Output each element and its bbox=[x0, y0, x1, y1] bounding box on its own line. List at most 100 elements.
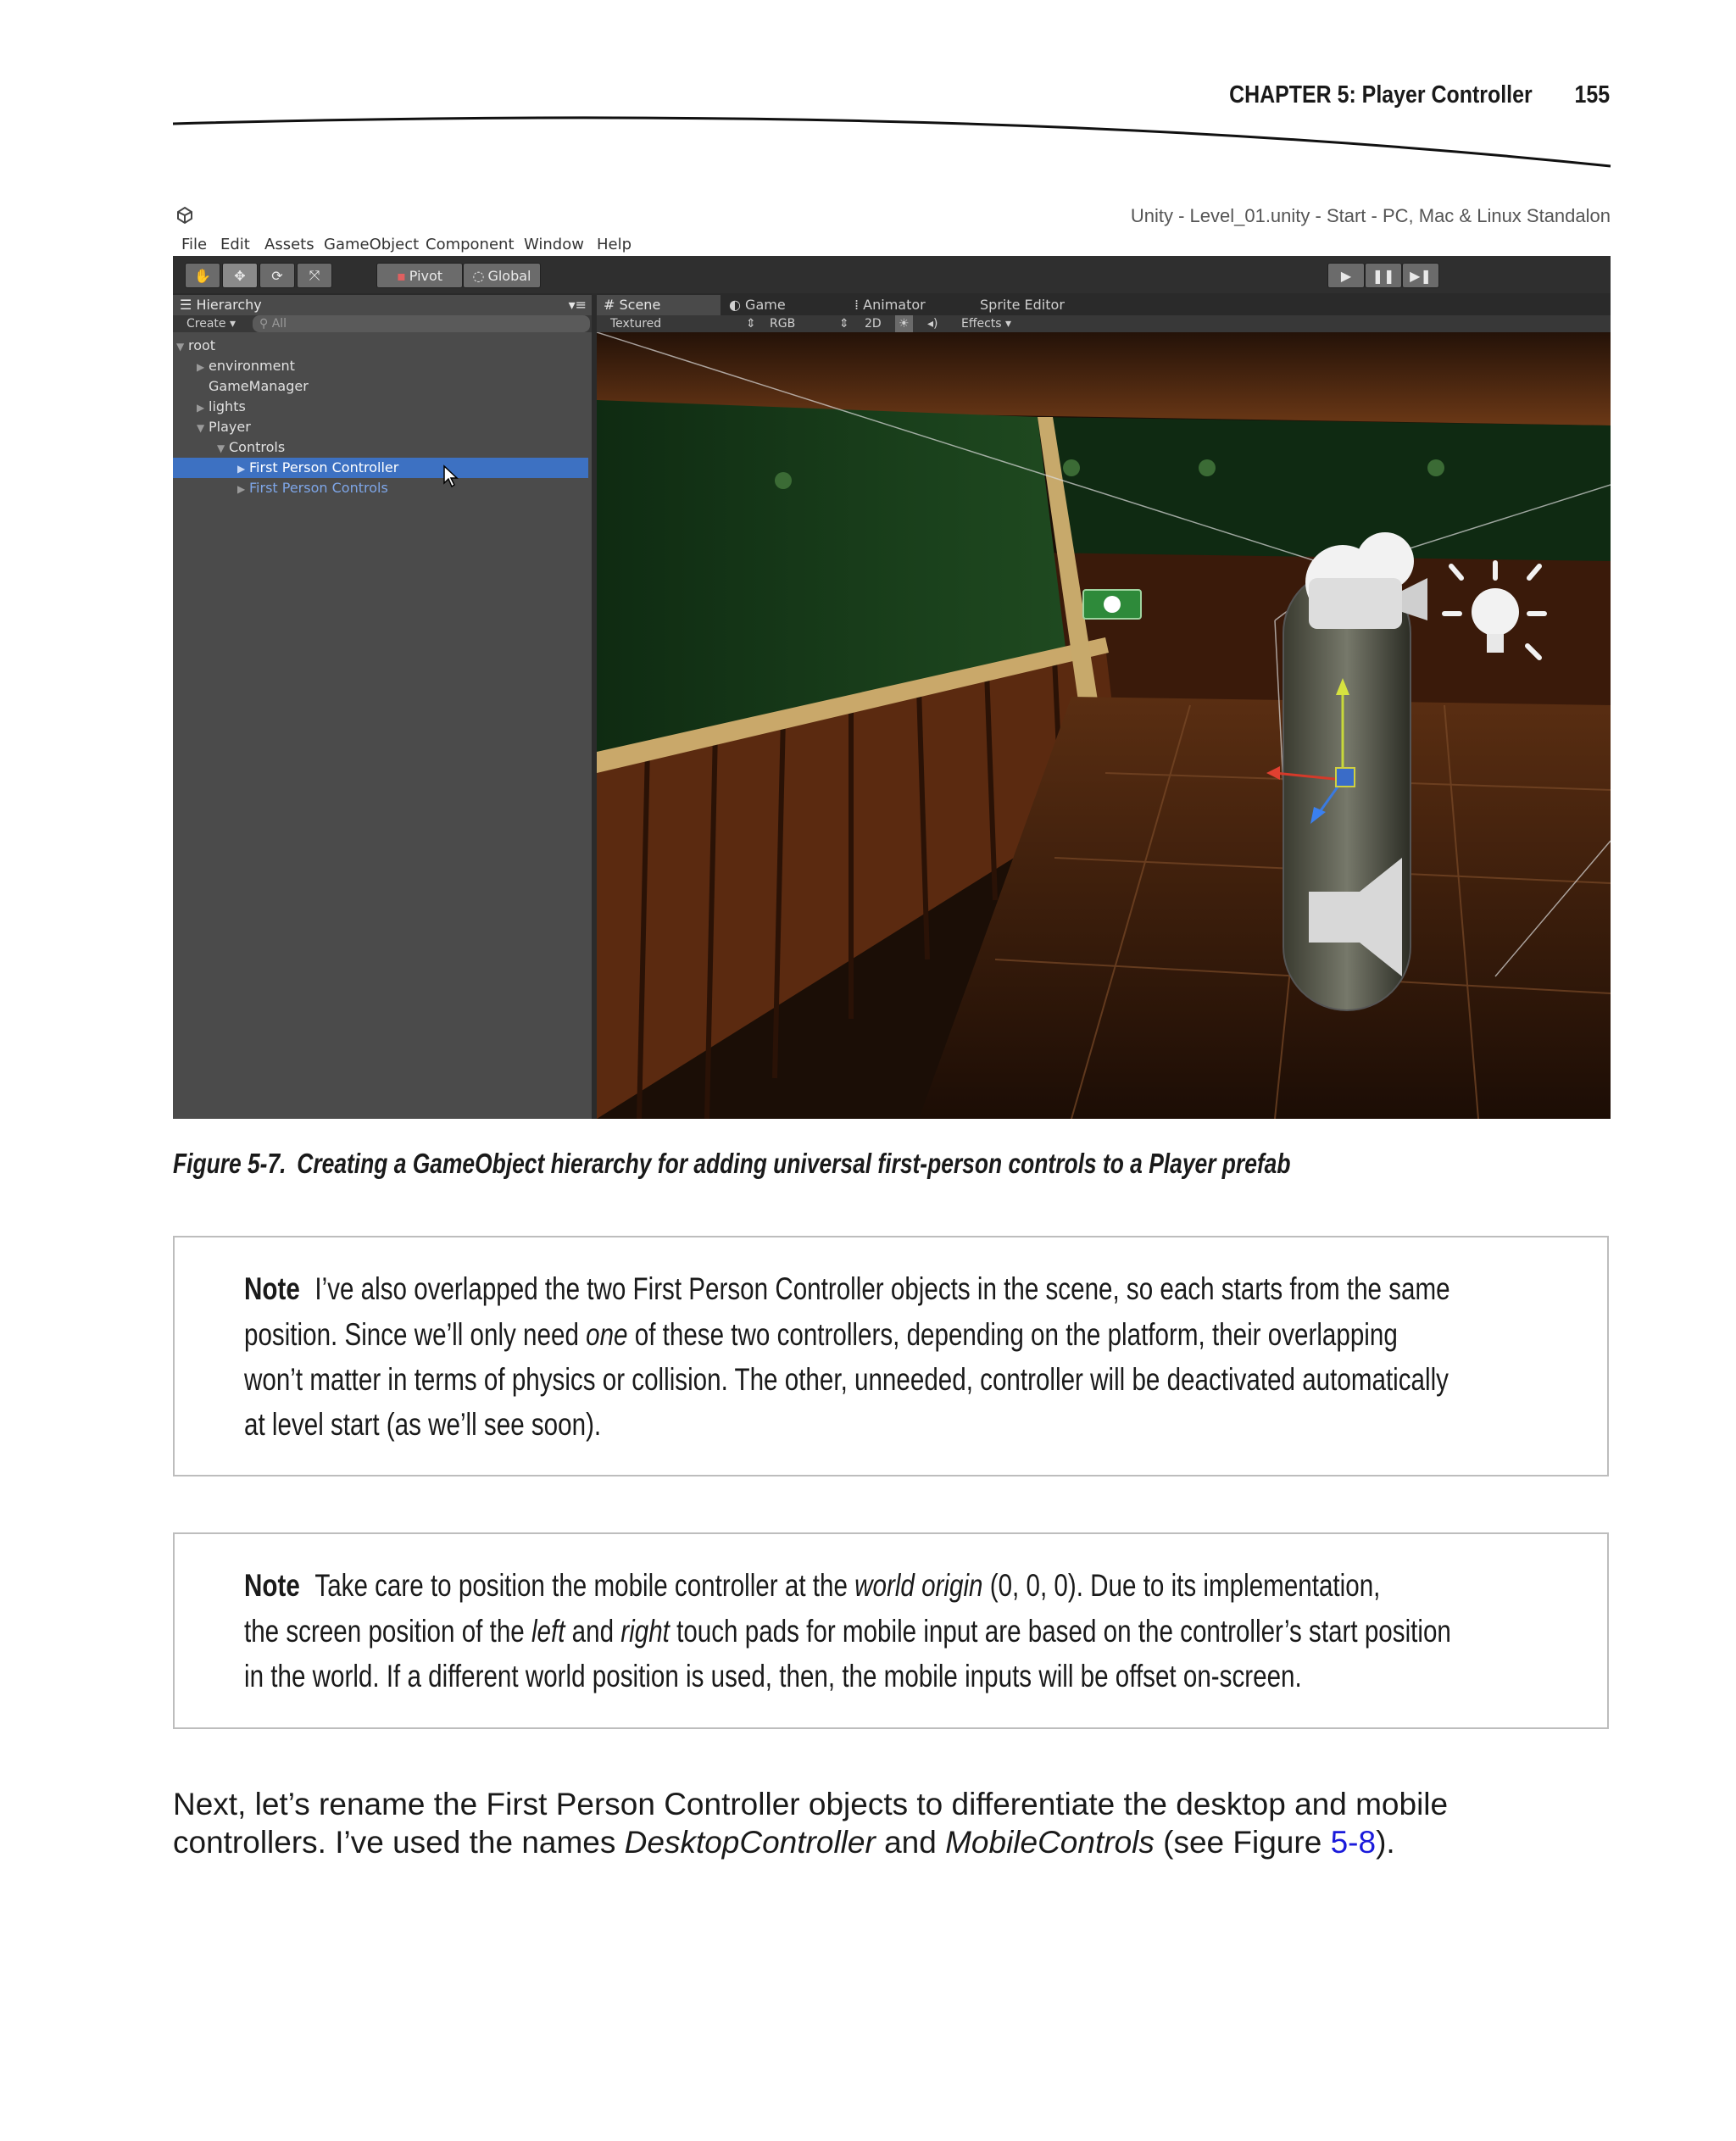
scene-grid-icon: # bbox=[604, 297, 620, 313]
menu-edit[interactable]: Edit bbox=[220, 236, 250, 253]
speaker-icon: ◂) bbox=[927, 317, 938, 331]
play-icon: ▶ bbox=[1340, 267, 1352, 284]
effects-label: Effects bbox=[961, 317, 1002, 331]
hierarchy-item-label: root bbox=[188, 337, 216, 353]
channel-dropdown-arrow-icon[interactable]: ⇕ bbox=[839, 315, 849, 332]
tab-game-label: Game bbox=[745, 297, 786, 313]
hierarchy-item-root[interactable]: ▼ root bbox=[173, 336, 592, 356]
note-emphasis: world origin bbox=[854, 1568, 983, 1603]
hand-tool-button[interactable]: ✋ bbox=[185, 263, 220, 288]
note-text: the screen position of the bbox=[244, 1614, 531, 1649]
move-icon: ✥ bbox=[234, 267, 246, 284]
body-text: controllers. I’ve used the names bbox=[173, 1825, 625, 1860]
tab-hierarchy[interactable]: ☰ Hierarchy ▾≡ bbox=[173, 295, 592, 315]
lighting-toggle[interactable]: ☀ bbox=[895, 315, 913, 332]
shading-dropdown[interactable]: Textured bbox=[610, 315, 661, 332]
note-line: the screen position of the left and righ… bbox=[244, 1614, 1451, 1649]
menu-assets[interactable]: Assets bbox=[264, 236, 314, 253]
sun-icon: ☀ bbox=[899, 317, 910, 331]
rotate-tool-button[interactable]: ⟳ bbox=[259, 263, 295, 288]
hierarchy-item-label: lights bbox=[209, 398, 246, 414]
collapsed-triangle-icon: ▶ bbox=[237, 483, 246, 495]
note-keyword: Note bbox=[244, 1568, 300, 1603]
expanded-triangle-icon: ▼ bbox=[197, 422, 205, 434]
mode-2d-toggle[interactable]: 2D bbox=[865, 315, 882, 332]
scale-tool-button[interactable]: ⤧ bbox=[297, 263, 332, 288]
tab-sprite-editor-label: Sprite Editor bbox=[980, 297, 1065, 313]
shading-label: Textured bbox=[610, 317, 662, 331]
menu-window[interactable]: Window bbox=[524, 236, 584, 253]
collapsed-triangle-icon: ▶ bbox=[197, 361, 205, 373]
hierarchy-item-label: environment bbox=[209, 358, 295, 374]
tab-sprite-editor[interactable]: Sprite Editor bbox=[973, 295, 1071, 315]
audio-toggle[interactable]: ◂) bbox=[927, 315, 938, 332]
hierarchy-item-first-person-controls[interactable]: ▶ First Person Controls bbox=[173, 478, 653, 498]
hierarchy-item-label: First Person Controls bbox=[249, 480, 388, 496]
body-emphasis: MobileControls bbox=[945, 1825, 1155, 1860]
menu-component[interactable]: Component bbox=[426, 236, 515, 253]
body-text-line: Next, let’s rename the First Person Cont… bbox=[173, 1787, 1449, 1821]
hierarchy-item-lights[interactable]: ▶ lights bbox=[173, 397, 612, 417]
note-text: of these two controllers, depending on t… bbox=[627, 1317, 1398, 1352]
hierarchy-item-player[interactable]: ▼ Player bbox=[173, 417, 612, 437]
menu-help[interactable]: Help bbox=[597, 236, 632, 253]
tab-hierarchy-label: Hierarchy bbox=[196, 297, 262, 313]
channel-dropdown[interactable]: RGB bbox=[770, 315, 795, 332]
panel-subbar: Create ▾ ⚲ All Textured ⇕ RGB ⇕ 2D ☀ ◂) … bbox=[173, 315, 1611, 332]
game-icon: ◐ bbox=[729, 297, 746, 313]
note-text: (0, 0, 0). Due to its implementation, bbox=[982, 1568, 1381, 1603]
hierarchy-search-input[interactable]: ⚲ All bbox=[253, 315, 590, 332]
note-box-overlap: Note I’ve also overlapped the two First P… bbox=[173, 1236, 1609, 1476]
unity-logo-icon bbox=[177, 206, 192, 225]
note-line: won’t matter in terms of physics or coll… bbox=[244, 1362, 1449, 1397]
note-text: position. Since we’ll only need bbox=[244, 1317, 587, 1352]
note-emphasis: left bbox=[531, 1614, 565, 1649]
figure-caption: Figure 5-7. Creating a GameObject hierarc… bbox=[173, 1148, 1290, 1180]
animator-icon: ⁞ bbox=[854, 297, 864, 313]
figure-link[interactable]: 5-8 bbox=[1331, 1825, 1376, 1860]
menu-file[interactable]: File bbox=[181, 236, 207, 253]
effects-dropdown[interactable]: Effects ▾ bbox=[961, 315, 1011, 332]
note-line: Note Take care to position the mobile con… bbox=[244, 1568, 1380, 1604]
hierarchy-item-gamemanager[interactable]: GameManager bbox=[173, 376, 624, 397]
tab-scene[interactable]: # Scene bbox=[597, 295, 721, 315]
pivot-icon: ▪ bbox=[396, 267, 406, 284]
hierarchy-panel: ▼ root ▶ environment GameManager ▶ lights ▼… bbox=[173, 332, 592, 1119]
note-text: touch pads for mobile input are based on… bbox=[669, 1614, 1451, 1649]
unity-editor-screenshot: Unity - Level_01.unity - Start - PC, Mac… bbox=[173, 200, 1611, 1119]
scene-view[interactable] bbox=[597, 332, 1611, 1119]
hierarchy-item-label: First Person Controller bbox=[249, 459, 399, 475]
note-text: I’ve also overlapped the two First Perso… bbox=[314, 1271, 1450, 1306]
note-text: and bbox=[565, 1614, 621, 1649]
hierarchy-item-controls[interactable]: ▼ Controls bbox=[173, 437, 632, 458]
create-label: Create bbox=[186, 317, 226, 331]
play-button[interactable]: ▶ bbox=[1327, 263, 1365, 288]
tab-animator[interactable]: ⁞ Animator bbox=[848, 295, 932, 315]
menu-gameobject[interactable]: GameObject bbox=[324, 236, 419, 253]
note-keyword: Note bbox=[244, 1271, 300, 1306]
tab-scene-label: Scene bbox=[619, 297, 661, 313]
body-text: and bbox=[875, 1825, 946, 1860]
tab-game[interactable]: ◐ Game bbox=[722, 295, 793, 315]
body-text: (see Figure bbox=[1154, 1825, 1331, 1860]
pivot-toggle[interactable]: ▪ Pivot bbox=[376, 263, 463, 288]
pause-button[interactable]: ❚❚ bbox=[1365, 263, 1402, 288]
move-tool-button[interactable]: ✥ bbox=[222, 263, 258, 288]
shading-dropdown-arrow-icon[interactable]: ⇕ bbox=[746, 315, 756, 332]
step-button[interactable]: ▶❚ bbox=[1402, 263, 1439, 288]
create-dropdown[interactable]: Create ▾ bbox=[186, 315, 236, 332]
collapsed-triangle-icon: ▶ bbox=[237, 463, 246, 475]
pivot-label: Pivot bbox=[409, 267, 443, 284]
global-toggle[interactable]: ◌ Global bbox=[463, 263, 541, 288]
collapsed-triangle-icon: ▶ bbox=[197, 402, 205, 414]
window-title: Unity - Level_01.unity - Start - PC, Mac… bbox=[1130, 205, 1611, 226]
body-emphasis: DesktopController bbox=[624, 1825, 876, 1860]
body-text: ). bbox=[1376, 1825, 1395, 1860]
hierarchy-item-environment[interactable]: ▶ environment bbox=[173, 356, 612, 376]
panel-menu-icon[interactable]: ▾≡ bbox=[569, 295, 587, 315]
hierarchy-item-label: Controls bbox=[229, 439, 286, 455]
note-text: Take care to position the mobile control… bbox=[314, 1568, 855, 1603]
search-placeholder: All bbox=[271, 317, 287, 331]
hierarchy-item-first-person-controller[interactable]: ▶ First Person Controller bbox=[173, 458, 588, 478]
tab-animator-label: Animator bbox=[863, 297, 926, 313]
